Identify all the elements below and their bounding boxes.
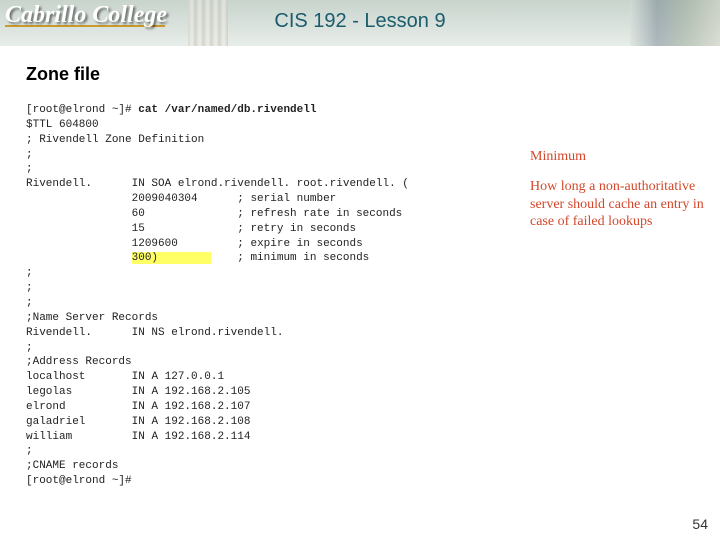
annotation-minimum: Minimum <box>530 148 586 166</box>
lesson-title: CIS 192 - Lesson 9 <box>0 10 720 33</box>
retry-comment: ; retry in seconds <box>237 223 356 235</box>
soa-record: IN SOA elrond.rivendell. root.rivendell.… <box>132 178 409 190</box>
comment-line: ; Rivendell Zone Definition <box>26 134 204 146</box>
slide-title: Zone file <box>26 64 694 85</box>
ns-record: IN NS elrond.rivendell. <box>132 327 284 339</box>
pillars-image-right <box>630 0 720 46</box>
addr-comment: ;Address Records <box>26 356 132 368</box>
refresh-value: 60 <box>132 208 145 220</box>
ns-host: Rivendell. <box>26 327 92 339</box>
banner: Cabrillo College CIS 192 - Lesson 9 <box>0 0 720 46</box>
a-record: IN A 192.168.2.105 <box>132 386 251 398</box>
a-host: galadriel <box>26 416 85 428</box>
a-record: IN A 192.168.2.108 <box>132 416 251 428</box>
slide-body: Zone file [root@elrond ~]# cat /var/name… <box>0 46 720 507</box>
minimum-value-highlight: 300) <box>132 252 158 264</box>
minimum-pad-highlight <box>158 252 211 264</box>
annotation-description: How long a non-authoritative server shou… <box>530 178 710 231</box>
semicolon-line: ; <box>26 282 33 294</box>
prompt: [root@elrond ~]# <box>26 475 132 487</box>
prompt: [root@elrond ~]# <box>26 104 138 116</box>
semicolon-line: ; <box>26 297 33 309</box>
refresh-comment: ; refresh rate in seconds <box>237 208 402 220</box>
a-record: IN A 192.168.2.107 <box>132 401 251 413</box>
ttl-line: $TTL 604800 <box>26 119 99 131</box>
semicolon-line: ; <box>26 445 33 457</box>
semicolon-line: ; <box>26 267 33 279</box>
semicolon-line: ; <box>26 342 33 354</box>
a-host: william <box>26 431 72 443</box>
serial-value: 2009040304 <box>132 193 198 205</box>
soa-host: Rivendell. <box>26 178 92 190</box>
expire-comment: ; expire in seconds <box>237 238 362 250</box>
page-number: 54 <box>692 516 708 532</box>
expire-value: 1209600 <box>132 238 178 250</box>
zone-file-code: [root@elrond ~]# cat /var/named/db.riven… <box>26 103 694 489</box>
semicolon-line: ; <box>26 149 33 161</box>
a-host: legolas <box>26 386 72 398</box>
ns-comment: ;Name Server Records <box>26 312 158 324</box>
a-host: elrond <box>26 401 66 413</box>
a-record: IN A 192.168.2.114 <box>132 431 251 443</box>
serial-comment: ; serial number <box>237 193 336 205</box>
cname-comment: ;CNAME records <box>26 460 118 472</box>
retry-value: 15 <box>132 223 145 235</box>
cat-command: cat /var/named/db.rivendell <box>138 104 316 116</box>
a-host: localhost <box>26 371 85 383</box>
a-record: IN A 127.0.0.1 <box>132 371 224 383</box>
semicolon-line: ; <box>26 163 33 175</box>
minimum-comment: ; minimum in seconds <box>237 252 369 264</box>
